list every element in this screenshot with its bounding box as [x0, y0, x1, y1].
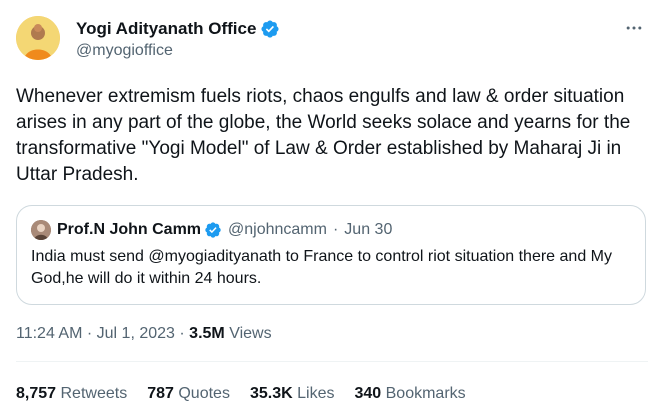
author-handle[interactable]: @myogioffice: [76, 42, 280, 60]
author-display-name[interactable]: Yogi Adityanath Office: [76, 19, 256, 39]
quotes-label: Quotes: [178, 385, 230, 402]
tweet-date[interactable]: Jul 1, 2023: [97, 325, 175, 342]
quoted-tweet[interactable]: Prof.N John Camm @njohncamm · Jun 30 Ind…: [16, 205, 646, 305]
quoted-author-name: Prof.N John Camm: [57, 221, 202, 238]
tweet-card: Yogi Adityanath Office @myogioffice When…: [0, 0, 664, 416]
meta-separator: ·: [86, 325, 93, 342]
engagement-stats: 8,757 Retweets 787 Quotes 35.3K Likes 34…: [16, 385, 486, 403]
likes-label: Likes: [297, 385, 335, 402]
bookmarks-stat[interactable]: 340 Bookmarks: [354, 385, 465, 403]
quoted-separator: ·: [332, 221, 339, 238]
more-icon: [626, 26, 642, 30]
likes-count: 35.3K: [249, 385, 293, 402]
tweet-meta: 11:24 AM · Jul 1, 2023 · 3.5M Views: [16, 325, 272, 343]
tweet-time[interactable]: 11:24 AM: [16, 325, 82, 342]
quoted-author-handle: @njohncamm: [228, 221, 327, 238]
quoted-tweet-header: Prof.N John Camm @njohncamm · Jun 30: [31, 219, 392, 241]
verified-badge-icon: [204, 221, 222, 239]
tweet-text: Whenever extremism fuels riots, chaos en…: [16, 86, 631, 185]
divider: [16, 361, 648, 362]
retweets-label: Retweets: [60, 385, 128, 402]
retweets-count: 8,757: [16, 385, 57, 402]
more-options-button[interactable]: [620, 14, 648, 42]
bookmarks-count: 340: [354, 385, 382, 402]
quoted-date: Jun 30: [344, 221, 393, 238]
verified-badge-icon: [260, 19, 280, 39]
meta-separator: ·: [179, 325, 185, 342]
author-avatar[interactable]: [16, 16, 60, 60]
bookmarks-label: Bookmarks: [385, 385, 466, 402]
quoted-author-avatar: [31, 220, 51, 240]
likes-stat[interactable]: 35.3K Likes: [250, 385, 335, 403]
quotes-count: 787: [147, 385, 174, 402]
views-count: 3.5M: [189, 325, 225, 342]
quoted-tweet-text: India must send @myogiadityanath to Fran…: [31, 248, 612, 287]
retweets-stat[interactable]: 8,757 Retweets: [16, 385, 127, 403]
views-label: Views: [229, 325, 272, 342]
quotes-stat[interactable]: 787 Quotes: [147, 385, 230, 403]
author-info: Yogi Adityanath Office @myogioffice: [76, 18, 280, 60]
